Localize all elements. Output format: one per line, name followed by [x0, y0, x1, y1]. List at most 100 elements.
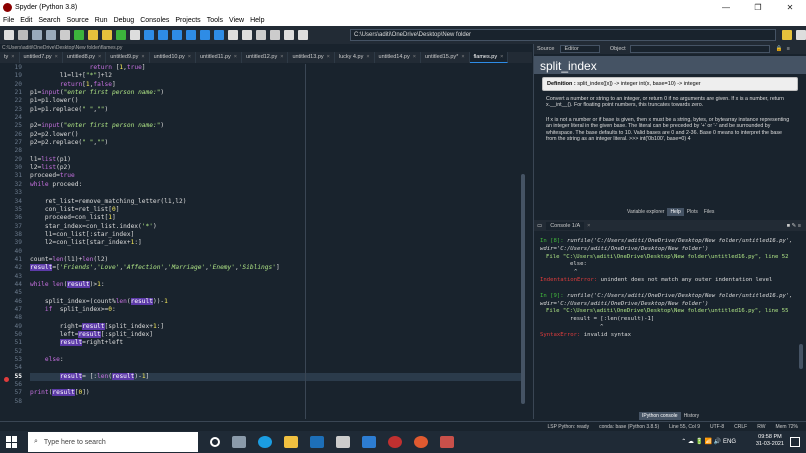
- editor-tab[interactable]: ty ×: [0, 52, 20, 63]
- save-all-icon[interactable]: [46, 30, 56, 40]
- close-tab-icon[interactable]: ×: [11, 54, 14, 60]
- preferences-icon[interactable]: [256, 30, 266, 40]
- taskbar-clock[interactable]: 09:58 PM 31-03-2021: [756, 434, 784, 448]
- ipython-console[interactable]: In [8]: runfile('C:/Users/aditi/OneDrive…: [534, 232, 806, 407]
- up-arrow-icon[interactable]: [796, 30, 806, 40]
- source-select[interactable]: Editor: [560, 45, 600, 53]
- menu-help[interactable]: Help: [250, 17, 264, 24]
- editor-tab[interactable]: untitled7.py ×: [20, 52, 63, 63]
- open-file-icon[interactable]: [18, 30, 28, 40]
- step-icon[interactable]: [158, 30, 168, 40]
- save-icon[interactable]: [32, 30, 42, 40]
- editor-tab[interactable]: untitled9.py ×: [106, 52, 150, 63]
- stop-debug-icon[interactable]: [214, 30, 224, 40]
- edge-icon[interactable]: [258, 436, 272, 448]
- close-console-icon[interactable]: ×: [587, 223, 590, 229]
- close-tab-icon[interactable]: ×: [366, 54, 369, 60]
- menu-search[interactable]: Search: [38, 17, 60, 24]
- tab-plots[interactable]: Plots: [684, 208, 701, 216]
- minimize-button[interactable]: —: [710, 3, 742, 12]
- close-tab-icon[interactable]: ×: [188, 54, 191, 60]
- console-options-icon[interactable]: ■ ✎ ≡: [787, 223, 801, 229]
- menu-source[interactable]: Source: [67, 17, 89, 24]
- tray-icons[interactable]: ⌃ ☁ 🔋 📶 🔊: [681, 439, 723, 445]
- close-tab-icon[interactable]: ×: [234, 54, 237, 60]
- forward-arrow-icon[interactable]: [298, 30, 308, 40]
- step-return-icon[interactable]: [186, 30, 196, 40]
- menu-view[interactable]: View: [229, 17, 244, 24]
- close-button[interactable]: ✕: [774, 3, 806, 12]
- editor-tab[interactable]: untitled8.py ×: [63, 52, 107, 63]
- editor-tab-active[interactable]: flames.py ×: [469, 52, 509, 63]
- debug-icon[interactable]: [144, 30, 154, 40]
- windows-start-icon[interactable]: [6, 436, 18, 448]
- rerun-icon[interactable]: [130, 30, 140, 40]
- editor-tab[interactable]: untitled14.py ×: [375, 52, 421, 63]
- editor-tab[interactable]: untitled11.py ×: [196, 52, 243, 63]
- back-arrow-icon[interactable]: [284, 30, 294, 40]
- maximize-pane-icon[interactable]: [228, 30, 238, 40]
- at-icon[interactable]: [60, 30, 70, 40]
- close-tab-icon[interactable]: ×: [461, 54, 464, 60]
- working-directory-field[interactable]: C:\Users\aditi\OneDrive\Desktop\New fold…: [350, 29, 776, 41]
- console-tab[interactable]: Console 1/A: [546, 221, 585, 230]
- active-app-icon[interactable]: [440, 436, 454, 448]
- tab-history[interactable]: History: [681, 412, 703, 420]
- file-explorer-icon[interactable]: [284, 436, 298, 448]
- cortana-icon[interactable]: [210, 437, 220, 447]
- lock-icon[interactable]: 🔒: [776, 46, 783, 52]
- new-file-icon[interactable]: [4, 30, 14, 40]
- close-tab-icon[interactable]: ×: [413, 54, 416, 60]
- pane-tabs: Variable explorer Help Plots Files: [624, 208, 717, 216]
- app-icon[interactable]: [310, 436, 324, 448]
- close-tab-icon[interactable]: ×: [280, 54, 283, 60]
- menu-projects[interactable]: Projects: [175, 17, 200, 24]
- mail-icon[interactable]: [362, 436, 376, 448]
- code-line: 28: [14, 147, 22, 155]
- menu-tools[interactable]: Tools: [207, 17, 223, 24]
- editor-tab[interactable]: untitled13.py ×: [288, 52, 335, 63]
- notification-icon[interactable]: [790, 437, 800, 447]
- editor-tab[interactable]: lucky 4.py ×: [335, 52, 375, 63]
- folder-icon[interactable]: [782, 30, 792, 40]
- tab-files[interactable]: Files: [701, 208, 718, 216]
- menu-edit[interactable]: Edit: [20, 17, 32, 24]
- tab-ipython-console[interactable]: IPython console: [639, 412, 681, 420]
- store-icon[interactable]: [336, 436, 350, 448]
- close-tab-icon[interactable]: ×: [500, 54, 503, 60]
- task-view-icon[interactable]: [232, 436, 246, 448]
- chrome-icon[interactable]: [414, 436, 428, 448]
- close-tab-icon[interactable]: ×: [98, 54, 101, 60]
- error-marker-icon[interactable]: [4, 377, 9, 382]
- editor-tab[interactable]: untitled10.py ×: [150, 52, 196, 63]
- editor-tab[interactable]: untitled15.py* ×: [421, 52, 470, 63]
- tab-variable-explorer[interactable]: Variable explorer: [624, 208, 667, 216]
- run-cell-icon[interactable]: [88, 30, 98, 40]
- editor-tab[interactable]: untitled12.py ×: [242, 52, 289, 63]
- object-input[interactable]: [629, 45, 770, 53]
- run-cell-advance-icon[interactable]: [102, 30, 112, 40]
- menu-debug[interactable]: Debug: [114, 17, 135, 24]
- code-editor[interactable]: 19 return [1,true] 19 l1=l1+["*"]+l2 20 …: [0, 64, 528, 419]
- menu-consoles[interactable]: Consoles: [140, 17, 169, 24]
- continue-icon[interactable]: [200, 30, 210, 40]
- python-path-icon[interactable]: [270, 30, 280, 40]
- run-selection-icon[interactable]: [116, 30, 126, 40]
- fullscreen-icon[interactable]: [242, 30, 252, 40]
- run-icon[interactable]: [74, 30, 84, 40]
- code-area[interactable]: 19 return [1,true] 19 l1=l1+["*"]+l2 20 …: [14, 64, 522, 419]
- editor-scrollbar[interactable]: [521, 174, 525, 404]
- close-tab-icon[interactable]: ×: [327, 54, 330, 60]
- maximize-button[interactable]: ❐: [742, 3, 774, 12]
- tab-help[interactable]: Help: [667, 208, 684, 216]
- taskbar-search[interactable]: ⌕ Type here to search: [28, 432, 198, 452]
- step-into-icon[interactable]: [172, 30, 182, 40]
- close-tab-icon[interactable]: ×: [141, 54, 144, 60]
- menu-file[interactable]: File: [3, 17, 14, 24]
- spyder-taskbar-icon[interactable]: [388, 436, 402, 448]
- console-scrollbar[interactable]: [799, 344, 803, 369]
- language-indicator[interactable]: ENG: [723, 439, 736, 445]
- close-tab-icon[interactable]: ×: [55, 54, 58, 60]
- options-menu-icon[interactable]: ≡: [787, 46, 790, 52]
- menu-run[interactable]: Run: [95, 17, 108, 24]
